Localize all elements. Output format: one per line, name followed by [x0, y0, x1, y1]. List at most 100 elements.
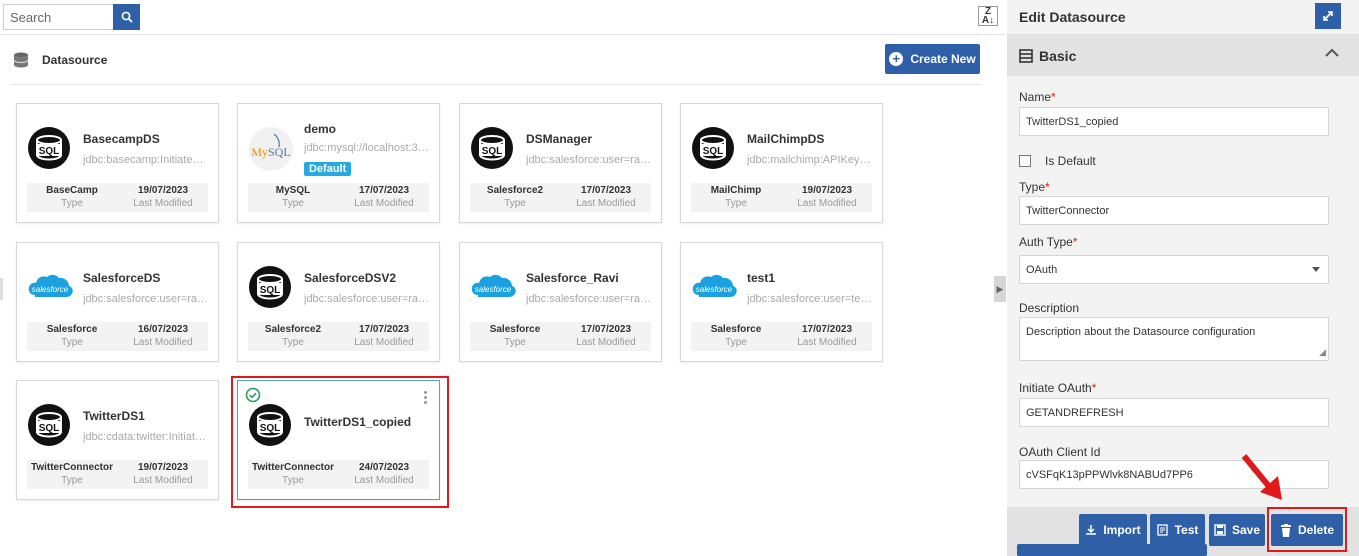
plus-icon: + [889, 52, 904, 66]
type-value: MySQL [275, 185, 311, 196]
import-button[interactable]: Import [1079, 514, 1147, 546]
card-footer: Salesforce 17/07/2023 Type Last Modified [691, 322, 872, 351]
svg-text:salesforce: salesforce [696, 285, 733, 294]
card-footer: TwitterConnector 19/07/2023 Type Last Modif… [27, 460, 208, 489]
datasource-card[interactable]: salesforce SalesforceDS jdbc:salesforce:us… [16, 242, 219, 362]
modified-caption: Last Modified [354, 337, 414, 348]
datasource-card[interactable]: SQL BasecampDS jdbc:basecamp:InitiateOAuth… [16, 103, 219, 223]
card-footer: Salesforce 17/07/2023 Type Last Modified [470, 322, 651, 351]
datasource-list-area: ZA↓ Datasource + Create New SQL BasecampD… [0, 0, 1006, 556]
page-title: Datasource [42, 53, 108, 67]
connection-string: jdbc:salesforce:user=test... [747, 293, 875, 305]
form-icon [1019, 49, 1033, 63]
svg-text:salesforce: salesforce [475, 285, 512, 294]
expand-button[interactable] [1315, 3, 1341, 29]
collapse-panel-icon[interactable]: ▶ [994, 276, 1006, 302]
modified-date: 17/07/2023 [580, 324, 632, 335]
type-value: Salesforce [489, 324, 541, 335]
svg-text:MySQL: MySQL [251, 145, 290, 159]
chevron-down-icon [1312, 267, 1320, 272]
test-button[interactable]: Test [1150, 514, 1205, 546]
card-footer: BaseCamp 19/07/2023 Type Last Modified [27, 183, 208, 212]
card-footer: Salesforce2 17/07/2023 Type Last Modified [248, 322, 429, 351]
initiate-oauth-field[interactable]: GETANDREFRESH [1019, 398, 1329, 427]
modified-date: 17/07/2023 [801, 324, 853, 335]
connection-string: jdbc:mailchimp:APIKey=... [747, 154, 875, 166]
auth-type-label: Auth Type* [1019, 235, 1078, 249]
connection-string: jdbc:salesforce:user=ravi... [526, 293, 654, 305]
type-value: Salesforce2 [264, 324, 322, 335]
svg-text:SQL: SQL [260, 285, 281, 296]
name-field[interactable]: TwitterDS1_copied [1019, 107, 1329, 136]
delete-highlight-frame [1267, 507, 1347, 552]
type-caption: Type [61, 337, 83, 348]
type-caption: Type [282, 337, 304, 348]
section-header: Datasource [12, 52, 107, 68]
datasource-card[interactable]: SQL DSManager jdbc:salesforce:user=ravi...… [459, 103, 662, 223]
selection-highlight-frame [231, 376, 449, 508]
salesforce-icon: salesforce [27, 265, 73, 309]
test-icon [1156, 524, 1168, 536]
connection-string: jdbc:mysql://localhost:3306/... [304, 142, 432, 154]
datasource-name: MailChimpDS [747, 132, 825, 146]
resize-handle-icon[interactable]: ◢ [1319, 347, 1326, 358]
modified-date: 17/07/2023 [358, 324, 410, 335]
salesforce-icon: salesforce [470, 265, 516, 309]
datasource-card[interactable]: salesforce test1 jdbc:salesforce:user=test… [680, 242, 883, 362]
type-value: MailChimp [710, 185, 762, 196]
datasource-name: TwitterDS1 [83, 409, 145, 423]
panel-title: Edit Datasource [1019, 9, 1126, 25]
modified-caption: Last Modified [797, 198, 857, 209]
type-caption: Type [61, 475, 83, 486]
is-default-label: Is Default [1045, 154, 1096, 168]
create-new-button[interactable]: + Create New [885, 44, 980, 74]
modified-caption: Last Modified [133, 337, 193, 348]
datasource-name: SalesforceDSV2 [304, 271, 397, 285]
datasource-card[interactable]: MySQL demo jdbc:mysql://localhost:3306/...… [237, 103, 440, 223]
type-caption: Type [725, 198, 747, 209]
checkbox-box[interactable] [1019, 155, 1031, 167]
datasource-card[interactable]: SQL SalesforceDSV2 jdbc:salesforce:user=ra… [237, 242, 440, 362]
datasource-card[interactable]: salesforce Salesforce_Ravi jdbc:salesforce… [459, 242, 662, 362]
description-value: Description about the Datasource configu… [1026, 326, 1256, 338]
red-arrow-icon [1241, 454, 1282, 500]
type-value: Salesforce [46, 324, 98, 335]
import-label: Import [1103, 523, 1141, 537]
import-icon [1086, 525, 1097, 535]
svg-text:SQL: SQL [39, 146, 60, 157]
datasource-name: test1 [747, 271, 776, 285]
expand-icon [1323, 11, 1333, 21]
chevron-up-icon[interactable] [1325, 48, 1339, 58]
search-icon [121, 11, 133, 23]
type-caption: Type [61, 198, 83, 209]
modified-date: 16/07/2023 [137, 324, 189, 335]
modified-caption: Last Modified [576, 337, 636, 348]
type-value: TwitterConnector [30, 462, 114, 473]
save-label: Save [1231, 523, 1261, 537]
type-value: Salesforce2 [486, 185, 544, 196]
datasource-card[interactable]: SQL MailChimpDS jdbc:mailchimp:APIKey=... M… [680, 103, 883, 223]
divider [12, 84, 980, 85]
description-textarea[interactable]: Description about the Datasource configu… [1019, 317, 1329, 361]
basic-section-header[interactable]: Basic [1007, 34, 1359, 76]
connection-string: jdbc:salesforce:user=ravi... [83, 293, 211, 305]
default-badge: Default [304, 162, 352, 176]
modified-caption: Last Modified [133, 475, 193, 486]
type-value: Salesforce [710, 324, 762, 335]
save-button[interactable]: Save [1209, 514, 1265, 546]
connection-string: jdbc:basecamp:InitiateOAuth=... [83, 154, 211, 166]
sort-icon[interactable]: Z A↓ [978, 6, 998, 26]
modified-caption: Last Modified [797, 337, 857, 348]
sql-icon: SQL [27, 126, 71, 170]
type-caption: Type [725, 337, 747, 348]
search-button[interactable] [113, 4, 140, 30]
datasource-card[interactable]: SQL TwitterDS1 jdbc:cdata:twitter:Initiate… [16, 380, 219, 500]
left-edge-handle [0, 278, 3, 300]
search-input[interactable] [3, 4, 113, 30]
auth-type-select[interactable]: OAuth [1019, 255, 1329, 284]
type-field[interactable]: TwitterConnector [1019, 196, 1329, 225]
is-default-checkbox[interactable]: Is Default [1019, 154, 1096, 168]
type-label: Type* [1019, 180, 1050, 194]
edit-datasource-panel: Edit Datasource Basic Name* TwitterDS1_c… [1007, 0, 1359, 556]
modified-date: 17/07/2023 [358, 185, 410, 196]
